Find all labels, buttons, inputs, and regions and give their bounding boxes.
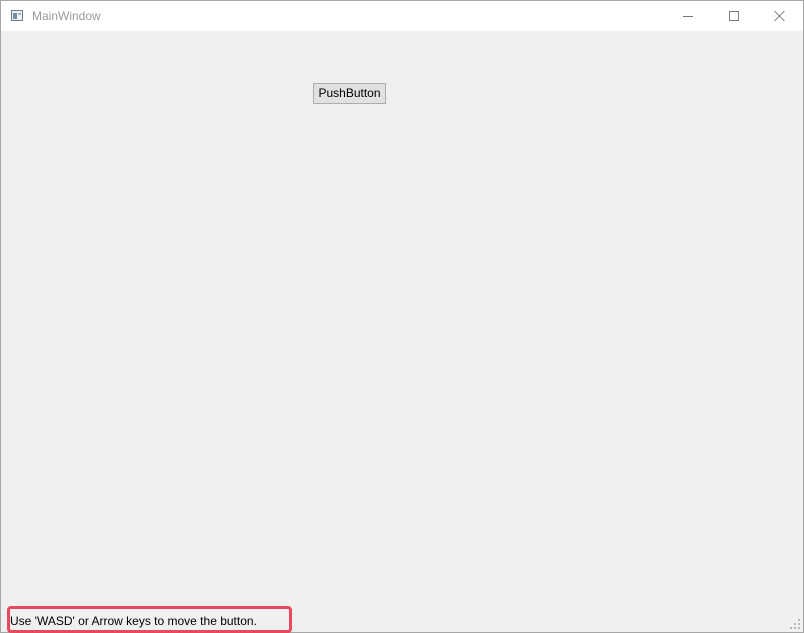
close-icon — [774, 10, 786, 22]
status-message: Use 'WASD' or Arrow keys to move the but… — [10, 614, 257, 628]
status-bar: Use 'WASD' or Arrow keys to move the but… — [1, 606, 803, 633]
minimize-button[interactable] — [665, 1, 711, 31]
push-button[interactable]: PushButton — [313, 83, 386, 104]
app-window-icon — [11, 10, 23, 21]
main-window: MainWindow PushButton Use 'WASD' or Arro… — [0, 0, 804, 633]
maximize-icon — [729, 11, 739, 21]
minimize-icon — [683, 16, 693, 17]
title-bar[interactable]: MainWindow — [1, 1, 803, 31]
size-grip-icon[interactable] — [790, 619, 800, 629]
window-title: MainWindow — [32, 9, 101, 23]
maximize-button[interactable] — [711, 1, 757, 31]
central-widget: PushButton Use 'WASD' or Arrow keys to m… — [1, 31, 803, 633]
close-button[interactable] — [757, 1, 803, 31]
